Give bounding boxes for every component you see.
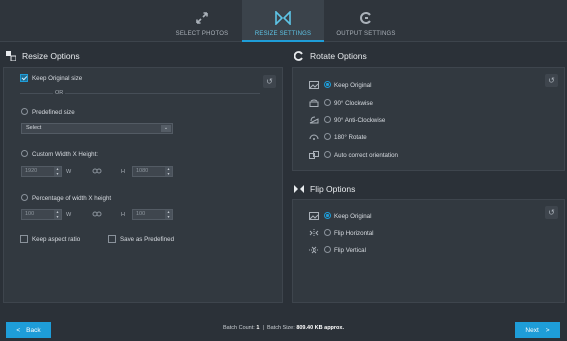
top-tab-bar: SELECT PHOTOS RESIZE SETTINGS OUTPUT SET… bbox=[0, 0, 567, 42]
save-as-predefined-label: Save as Predefined bbox=[120, 236, 175, 243]
tab-label: RESIZE SETTINGS bbox=[254, 31, 312, 37]
percentage-width-value: 100 bbox=[25, 211, 35, 217]
rotate-icon bbox=[293, 51, 304, 61]
flip-horizontal-icon bbox=[309, 229, 319, 237]
tab-select-photos[interactable]: SELECT PHOTOS bbox=[162, 0, 242, 42]
predefined-size-select[interactable]: Select ⌄ bbox=[21, 123, 173, 134]
flip-options-title: Flip Options bbox=[310, 184, 356, 194]
spinner-icon[interactable]: ▲ ▼ bbox=[54, 167, 61, 176]
reset-rotate-button[interactable]: ↺ bbox=[545, 74, 558, 87]
height-unit: H bbox=[121, 169, 125, 175]
percentage-label: Percentage of width X height bbox=[32, 195, 112, 202]
keep-original-size-checkbox[interactable] bbox=[20, 74, 28, 82]
rotate-90-clockwise-radio[interactable] bbox=[324, 99, 331, 106]
rotate-180-radio[interactable] bbox=[324, 133, 331, 140]
height-input[interactable]: 1080 ▲ ▼ bbox=[132, 166, 173, 177]
output-refresh-icon bbox=[359, 11, 373, 27]
flip-options-header: Flip Options bbox=[294, 178, 564, 200]
batch-count-value: 1 bbox=[256, 325, 260, 331]
predefined-size-label: Predefined size bbox=[32, 109, 75, 116]
tab-resize-settings[interactable]: RESIZE SETTINGS bbox=[242, 0, 324, 42]
percentage-height-value: 100 bbox=[136, 211, 146, 217]
resize-options-header: Resize Options bbox=[6, 45, 286, 67]
rotate-clockwise-icon bbox=[309, 99, 319, 107]
save-as-predefined-checkbox[interactable] bbox=[108, 235, 116, 243]
keep-aspect-ratio-label: Keep aspect ratio bbox=[32, 236, 81, 243]
image-icon bbox=[309, 212, 319, 220]
resize-options-panel: Keep Original size ↺ OR Predefined size … bbox=[3, 67, 283, 303]
rotate-anticlockwise-icon bbox=[309, 116, 319, 124]
rotate-option-label: 90° Anti-Clockwise bbox=[334, 117, 386, 124]
rotate-90-anticlockwise-radio[interactable] bbox=[324, 116, 331, 123]
keep-original-size-label: Keep Original size bbox=[32, 75, 83, 82]
auto-orientation-radio[interactable] bbox=[324, 151, 331, 158]
rotate-options-title: Rotate Options bbox=[310, 51, 367, 61]
height-value: 1080 bbox=[136, 168, 149, 174]
reset-icon: ↺ bbox=[548, 76, 555, 85]
batch-size-label: Batch Size: bbox=[266, 325, 295, 331]
flip-vertical-radio[interactable] bbox=[324, 246, 331, 253]
expand-arrows-icon bbox=[195, 11, 209, 27]
chevron-down-icon: ⌄ bbox=[161, 125, 171, 132]
reset-icon: ↺ bbox=[266, 77, 273, 86]
reset-icon: ↺ bbox=[548, 208, 555, 217]
resize-icon bbox=[6, 51, 17, 62]
rotate-180-icon bbox=[309, 133, 319, 141]
link-icon[interactable] bbox=[92, 210, 102, 220]
or-label: OR bbox=[53, 90, 66, 96]
auto-orientation-icon bbox=[309, 151, 319, 159]
custom-size-label: Custom Width X Height: bbox=[32, 151, 99, 158]
flip-keep-original-radio[interactable] bbox=[324, 212, 331, 219]
width-unit: W bbox=[66, 169, 72, 175]
rotate-option-label: 90° Clockwise bbox=[334, 100, 373, 107]
flip-options-panel: ↺ Keep Original Flip Horizontal Flip Ver… bbox=[292, 199, 565, 303]
flip-option-label: Flip Vertical bbox=[334, 247, 366, 254]
percentage-height-unit: H bbox=[121, 212, 125, 218]
reset-flip-button[interactable]: ↺ bbox=[545, 206, 558, 219]
select-value: Select bbox=[26, 125, 42, 131]
rotate-options-panel: ↺ Keep Original 90° Clockwise 90° Anti-C… bbox=[292, 67, 565, 171]
percentage-width-input[interactable]: 100 ▲ ▼ bbox=[21, 209, 62, 220]
link-icon[interactable] bbox=[92, 167, 102, 177]
rotate-option-label: 180° Rotate bbox=[334, 134, 367, 141]
rotate-option-label: Auto correct orientation bbox=[334, 152, 398, 159]
width-value: 1920 bbox=[25, 168, 38, 174]
predefined-size-radio[interactable] bbox=[21, 108, 28, 115]
percentage-radio[interactable] bbox=[21, 194, 28, 201]
tab-label: OUTPUT SETTINGS bbox=[336, 31, 396, 37]
flip-option-label: Keep Original bbox=[334, 213, 372, 220]
image-icon bbox=[309, 81, 319, 89]
flip-horizontal-radio[interactable] bbox=[324, 229, 331, 236]
spinner-icon[interactable]: ▲ ▼ bbox=[54, 210, 61, 219]
reset-resize-button[interactable]: ↺ bbox=[263, 75, 276, 88]
keep-aspect-ratio-checkbox[interactable] bbox=[20, 235, 28, 243]
tab-label: SELECT PHOTOS bbox=[175, 31, 229, 37]
tab-output-settings[interactable]: OUTPUT SETTINGS bbox=[324, 0, 408, 42]
custom-size-radio[interactable] bbox=[21, 150, 28, 157]
batch-info: Batch Count: 1 | Batch Size: 809.40 KB a… bbox=[0, 325, 567, 331]
percentage-width-unit: W bbox=[66, 212, 72, 218]
batch-count-label: Batch Count: bbox=[223, 325, 255, 331]
resize-options-title: Resize Options bbox=[22, 51, 80, 61]
flip-vertical-icon bbox=[309, 246, 319, 254]
rotate-option-label: Keep Original bbox=[334, 82, 372, 89]
flip-option-label: Flip Horizontal bbox=[334, 230, 374, 237]
rotate-options-header: Rotate Options bbox=[293, 45, 564, 67]
flip-icon bbox=[294, 184, 304, 194]
spinner-icon[interactable]: ▲ ▼ bbox=[165, 167, 172, 176]
batch-separator: | bbox=[262, 325, 264, 331]
percentage-height-input[interactable]: 100 ▲ ▼ bbox=[132, 209, 173, 220]
width-input[interactable]: 1920 ▲ ▼ bbox=[21, 166, 62, 177]
resize-bowtie-icon bbox=[275, 10, 291, 27]
rotate-keep-original-radio[interactable] bbox=[324, 81, 331, 88]
batch-size-value: 809.40 KB approx. bbox=[296, 325, 344, 331]
spinner-icon[interactable]: ▲ ▼ bbox=[165, 210, 172, 219]
